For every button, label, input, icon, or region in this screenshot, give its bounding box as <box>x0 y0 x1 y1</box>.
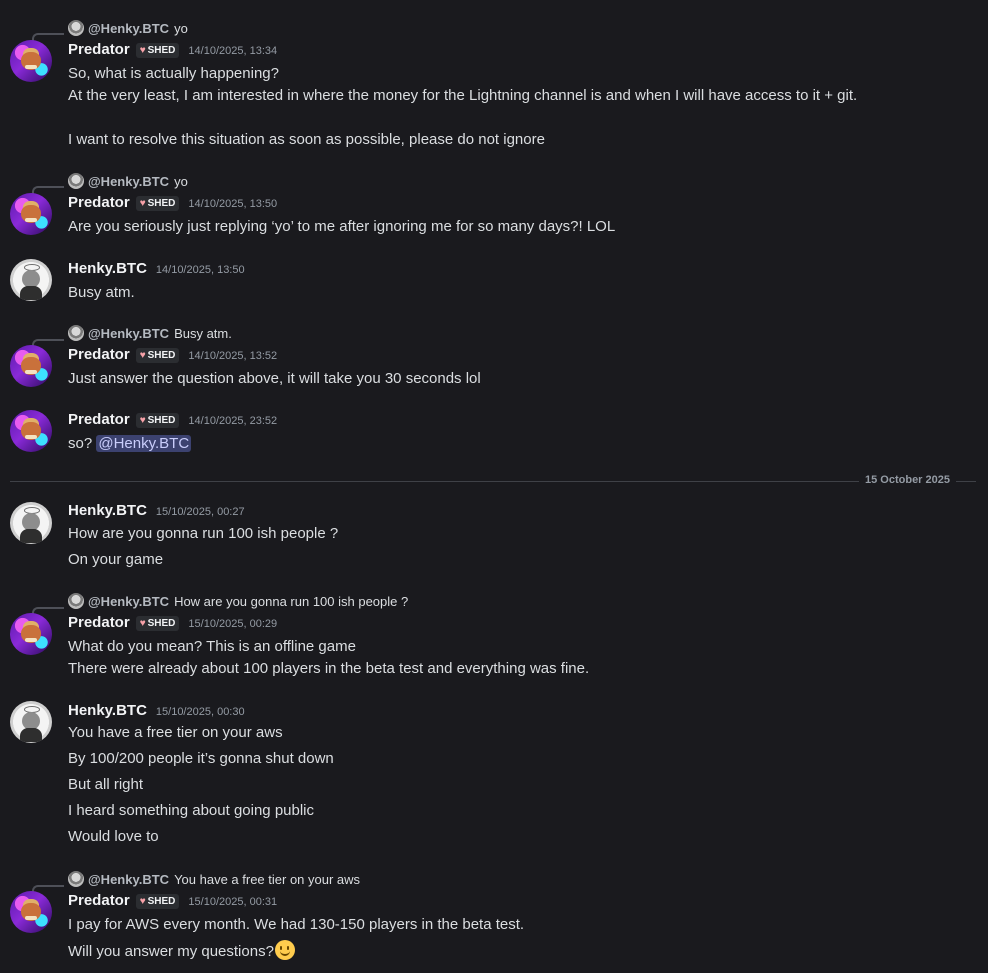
avatar[interactable] <box>10 613 52 655</box>
author-name[interactable]: Henky.BTC <box>68 260 147 277</box>
author-name[interactable]: Predator <box>68 614 130 631</box>
server-tag[interactable]: ♥ SHED <box>135 413 180 428</box>
server-tag[interactable]: ♥ SHED <box>135 43 180 58</box>
heart-icon: ♥ <box>139 198 146 209</box>
server-tag[interactable]: ♥ SHED <box>135 348 180 363</box>
message-line: At the very least, I am interested in wh… <box>68 87 858 104</box>
avatar[interactable] <box>10 193 52 235</box>
message-text: Will you answer my questions? <box>68 943 274 960</box>
reply-avatar <box>68 871 84 887</box>
server-tag[interactable]: ♥ SHED <box>135 196 180 211</box>
message-line: Busy atm. <box>68 284 135 301</box>
timestamp: 15/10/2025, 00:27 <box>155 506 245 518</box>
message-header: Henky.BTC 15/10/2025, 00:30 <box>68 702 245 722</box>
server-tag[interactable]: ♥ SHED <box>135 616 180 631</box>
timestamp: 14/10/2025, 13:50 <box>188 198 278 210</box>
message-line: There were already about 100 players in … <box>68 660 590 677</box>
author-name[interactable]: Henky.BTC <box>68 702 147 719</box>
message-line: Would love to <box>68 828 159 845</box>
reply-preview[interactable]: @Henky.BTC Busy atm. <box>68 324 232 342</box>
message-line: I want to resolve this situation as soon… <box>68 131 545 148</box>
date-divider <box>10 481 976 482</box>
message-header: Henky.BTC 14/10/2025, 13:50 <box>68 260 245 280</box>
message-line: I pay for AWS every month. We had 130-15… <box>68 916 525 933</box>
reply-author[interactable]: @Henky.BTC <box>88 326 169 341</box>
reply-preview[interactable]: @Henky.BTC yo <box>68 19 188 37</box>
message-header: Predator ♥ SHED 15/10/2025, 00:29 <box>68 614 277 634</box>
heart-icon: ♥ <box>139 45 146 56</box>
avatar[interactable] <box>10 40 52 82</box>
avatar[interactable] <box>10 502 52 544</box>
author-name[interactable]: Predator <box>68 411 130 428</box>
reply-avatar <box>68 325 84 341</box>
timestamp: 15/10/2025, 00:31 <box>188 896 278 908</box>
reply-text: yo <box>174 173 188 189</box>
timestamp: 14/10/2025, 13:50 <box>155 264 245 276</box>
reply-author[interactable]: @Henky.BTC <box>88 174 169 189</box>
reply-avatar <box>68 173 84 189</box>
date-divider-label: 15 October 2025 <box>859 474 956 486</box>
message-header: Predator ♥ SHED 14/10/2025, 23:52 <box>68 411 277 431</box>
message-line: On your game <box>68 551 164 568</box>
timestamp: 15/10/2025, 00:30 <box>155 706 245 718</box>
author-name[interactable]: Predator <box>68 194 130 211</box>
message-header: Henky.BTC 15/10/2025, 00:27 <box>68 502 245 522</box>
heart-icon: ♥ <box>139 896 146 907</box>
heart-icon: ♥ <box>139 350 146 361</box>
message-line: You have a free tier on your aws <box>68 724 283 741</box>
message-line: What do you mean? This is an offline gam… <box>68 638 356 655</box>
avatar[interactable] <box>10 410 52 452</box>
message-header: Predator ♥ SHED 15/10/2025, 00:31 <box>68 892 277 912</box>
message-line: so? @Henky.BTC <box>68 433 192 455</box>
reply-avatar <box>68 593 84 609</box>
server-tag-label: SHED <box>147 45 176 56</box>
server-tag-label: SHED <box>147 198 176 209</box>
message-header: Predator ♥ SHED 14/10/2025, 13:52 <box>68 346 277 366</box>
message-line: I heard something about going public <box>68 802 315 819</box>
user-mention[interactable]: @Henky.BTC <box>96 435 192 452</box>
heart-icon: ♥ <box>139 415 146 426</box>
author-name[interactable]: Predator <box>68 892 130 909</box>
message-header: Predator ♥ SHED 14/10/2025, 13:50 <box>68 194 277 214</box>
timestamp: 14/10/2025, 13:52 <box>188 350 278 362</box>
reply-preview[interactable]: @Henky.BTC How are you gonna run 100 ish… <box>68 592 408 610</box>
heart-icon: ♥ <box>139 618 146 629</box>
message-line: So, what is actually happening? <box>68 65 279 82</box>
reply-preview[interactable]: @Henky.BTC yo <box>68 172 188 190</box>
message-text: so? <box>68 435 93 452</box>
timestamp: 14/10/2025, 13:34 <box>188 45 278 57</box>
timestamp: 14/10/2025, 23:52 <box>188 415 278 427</box>
author-name[interactable]: Henky.BTC <box>68 502 147 519</box>
message-header: Predator ♥ SHED 14/10/2025, 13:34 <box>68 41 277 61</box>
message-line: But all right <box>68 776 144 793</box>
reply-text: yo <box>174 20 188 36</box>
reply-text: You have a free tier on your aws <box>174 871 361 887</box>
reply-author[interactable]: @Henky.BTC <box>88 21 169 36</box>
reply-author[interactable]: @Henky.BTC <box>88 594 169 609</box>
timestamp: 15/10/2025, 00:29 <box>188 618 278 630</box>
avatar[interactable] <box>10 345 52 387</box>
reply-author[interactable]: @Henky.BTC <box>88 872 169 887</box>
message-line: Just answer the question above, it will … <box>68 370 481 387</box>
reply-avatar <box>68 20 84 36</box>
avatar[interactable] <box>10 259 52 301</box>
server-tag-label: SHED <box>147 618 176 629</box>
server-tag[interactable]: ♥ SHED <box>135 894 180 909</box>
reply-text: How are you gonna run 100 ish people ? <box>174 593 409 609</box>
author-name[interactable]: Predator <box>68 41 130 58</box>
message-line: Are you seriously just replying ‘yo’ to … <box>68 218 616 235</box>
avatar[interactable] <box>10 701 52 743</box>
message-line: By 100/200 people it’s gonna shut down <box>68 750 334 767</box>
server-tag-label: SHED <box>147 896 176 907</box>
message-line: Will you answer my questions? <box>68 940 295 962</box>
slightly-smiling-face-icon[interactable] <box>274 940 295 960</box>
author-name[interactable]: Predator <box>68 346 130 363</box>
message-line: How are you gonna run 100 ish people ? <box>68 525 339 542</box>
reply-text: Busy atm. <box>174 325 232 341</box>
server-tag-label: SHED <box>147 350 176 361</box>
server-tag-label: SHED <box>147 415 176 426</box>
reply-preview[interactable]: @Henky.BTC You have a free tier on your … <box>68 870 360 888</box>
avatar[interactable] <box>10 891 52 933</box>
